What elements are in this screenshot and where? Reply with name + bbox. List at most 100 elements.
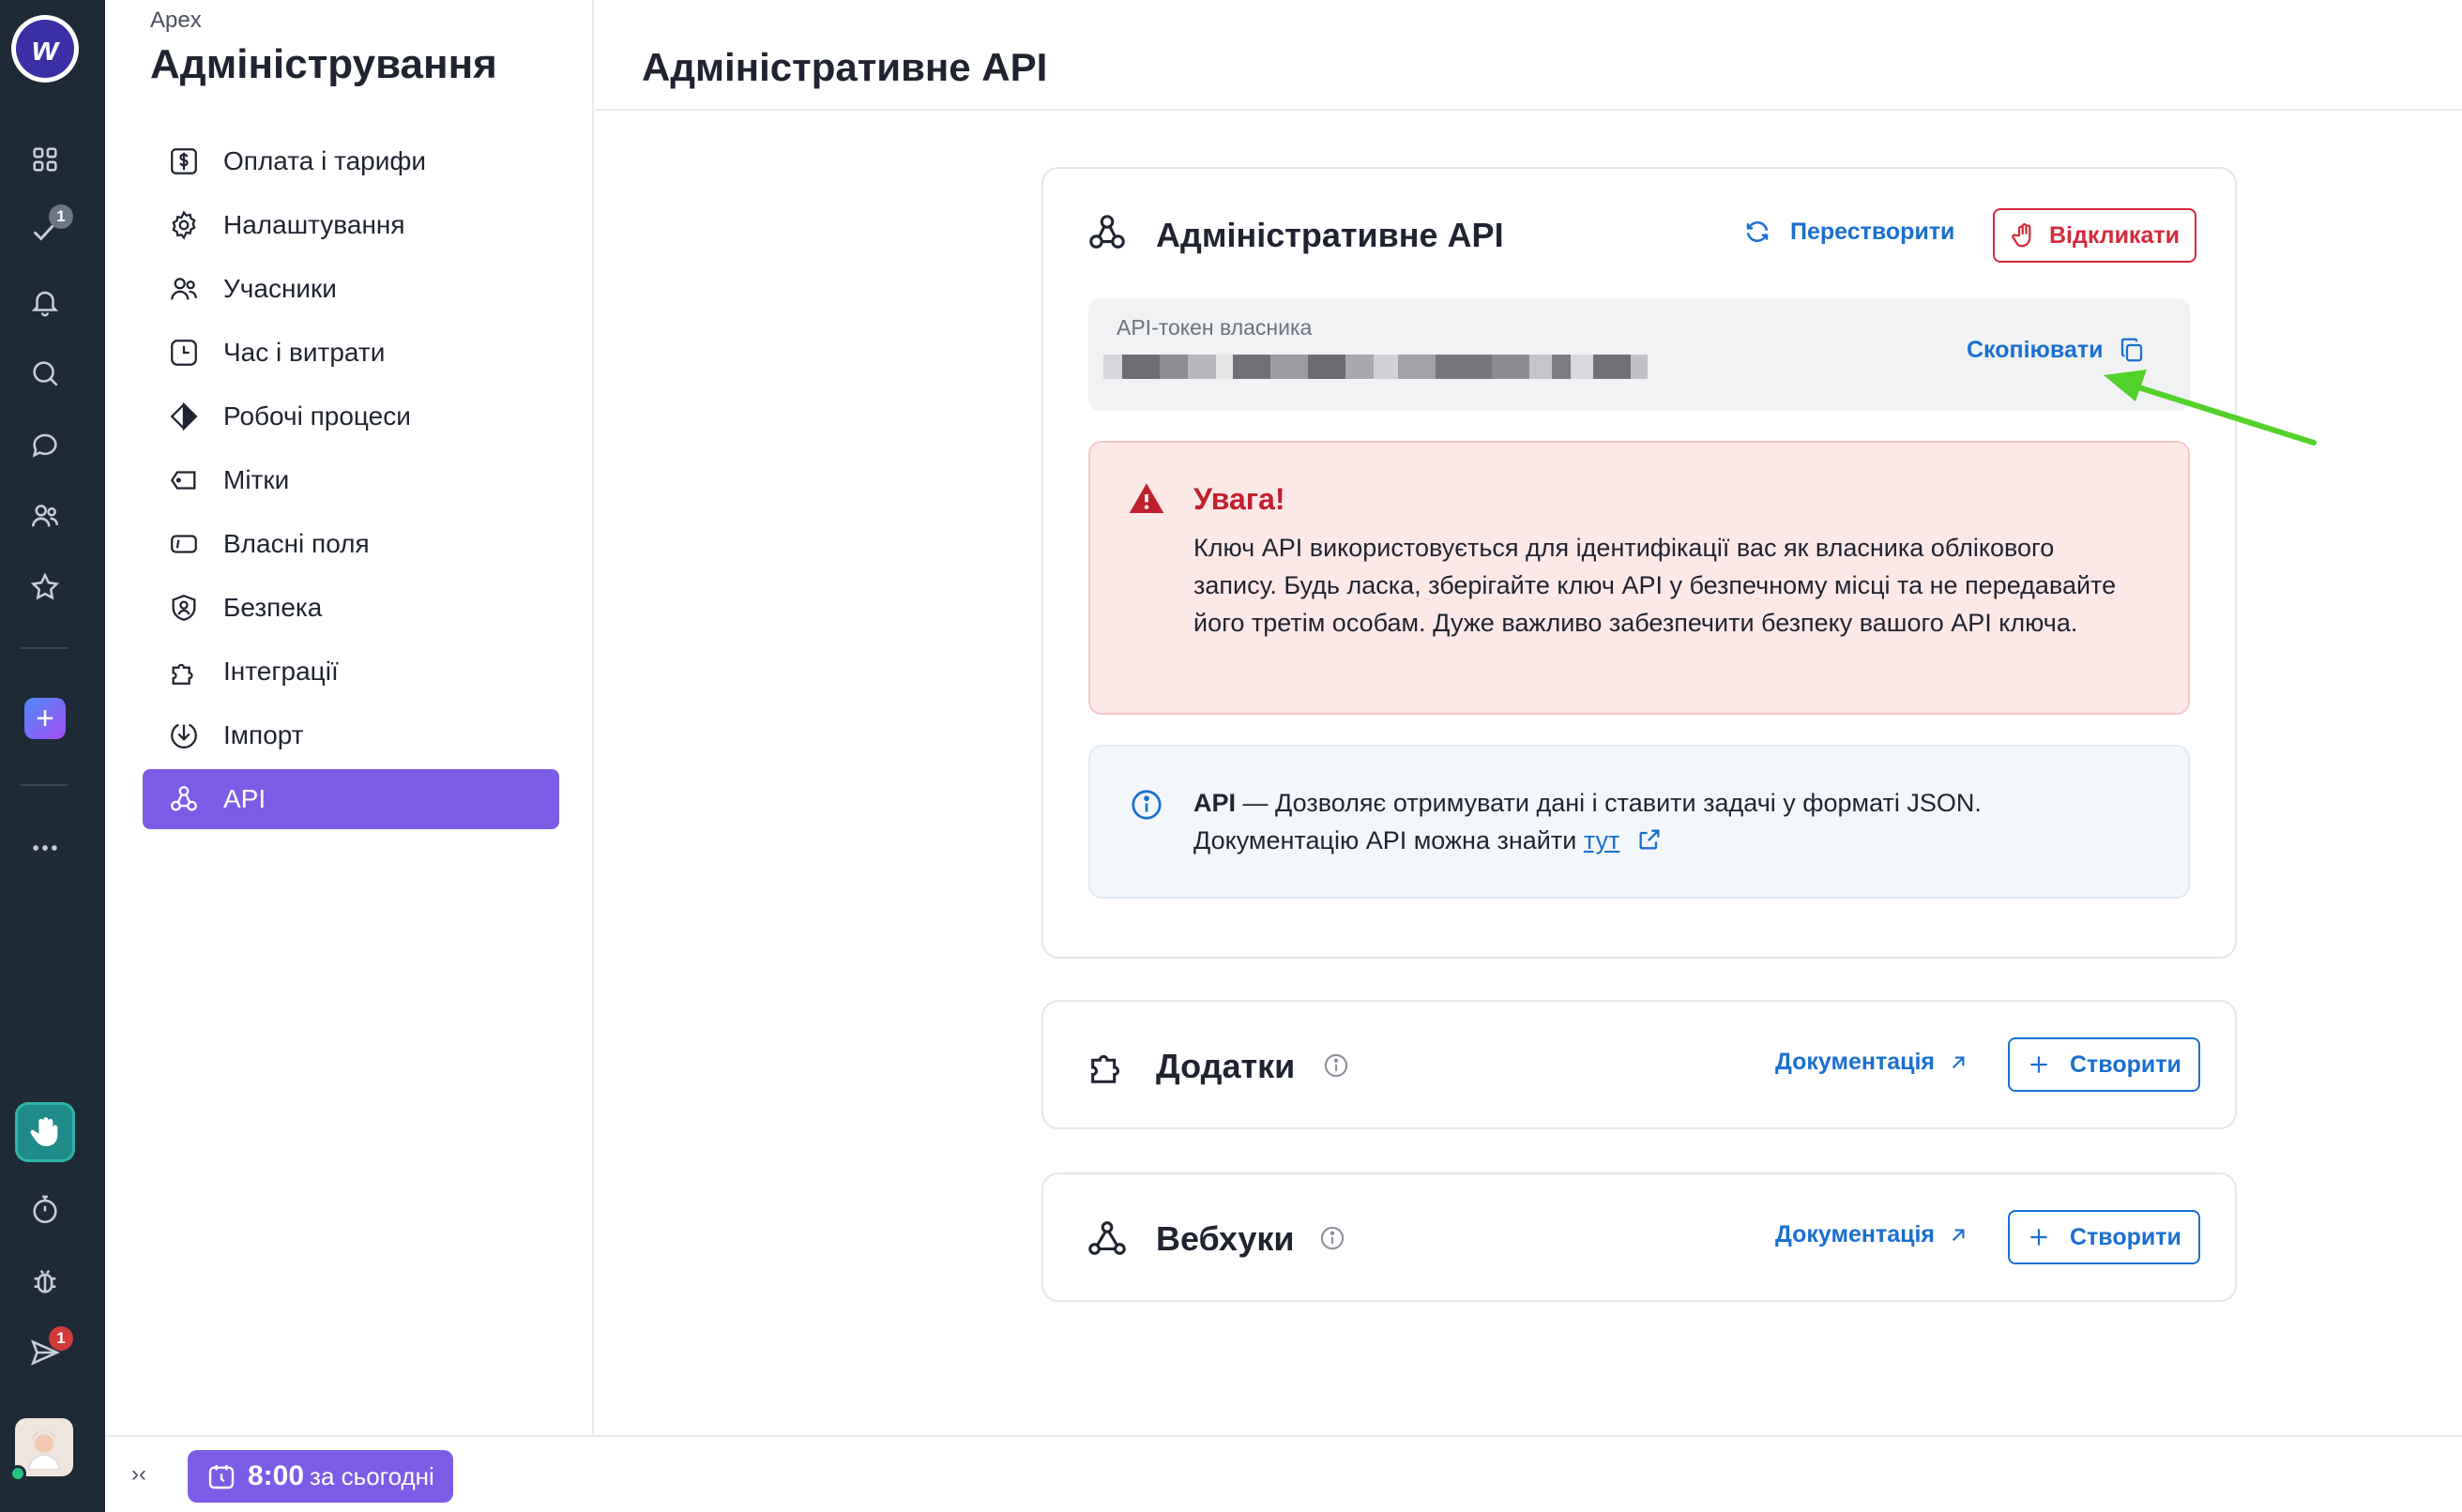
revoke-label: Відкликати — [2049, 221, 2180, 249]
docs-label: Документація — [1775, 1221, 1936, 1247]
external-link-icon[interactable] — [1636, 826, 1663, 853]
api-info-line2: Документацію API можна знайти — [1193, 826, 1584, 854]
sidebar-item-security[interactable]: Безпека — [143, 578, 559, 638]
page-header: Адміністративне API — [595, 0, 2462, 111]
sidebar-item-members[interactable]: Учасники — [143, 259, 559, 319]
info-icon[interactable] — [1319, 1225, 1345, 1251]
webhooks-create-button[interactable]: Створити — [2008, 1210, 2200, 1264]
create-label: Створити — [2070, 1223, 2181, 1250]
create-new-button[interactable]: + — [24, 698, 66, 739]
sidebar-item-integrations[interactable]: Інтеграції — [143, 642, 559, 702]
info-icon[interactable] — [1323, 1052, 1349, 1079]
revoke-button[interactable]: Відкликати — [1993, 208, 2196, 263]
sidebar-item-label: Мітки — [223, 465, 290, 494]
refresh-icon — [1746, 221, 1769, 242]
admin-sidebar: Apex Адміністрування Оплата і тарифи Нал… — [105, 0, 594, 1435]
sidebar-item-settings[interactable]: Налаштування — [143, 195, 559, 255]
apps-grid-icon[interactable] — [26, 141, 64, 178]
puzzle-icon — [1085, 1043, 1130, 1088]
sidebar-item-label: Учасники — [223, 274, 337, 303]
sidebar-item-label: Власні поля — [223, 529, 370, 558]
token-label: API-токен власника — [1117, 315, 1313, 340]
create-label: Створити — [2070, 1051, 2181, 1078]
import-icon — [167, 718, 201, 752]
sidebar-item-label: Робочі процеси — [223, 401, 411, 431]
addons-docs-link[interactable]: Документація — [1775, 1049, 1970, 1076]
api-info-text: API — Дозволяє отримувати дані і ставити… — [1193, 784, 2169, 859]
bottom-bar: ›‹ 8:00 за сьогодні — [105, 1435, 2462, 1512]
owner-token-field: API-токен власника Скопіювати — [1088, 298, 2190, 411]
send-badge: 1 — [49, 1326, 73, 1351]
app-logo[interactable]: w — [11, 15, 79, 83]
bell-icon[interactable] — [26, 283, 64, 321]
sidebar-item-import[interactable]: Імпорт — [143, 705, 559, 765]
chat-icon[interactable] — [26, 426, 64, 463]
clock-icon — [167, 336, 201, 370]
webhooks-docs-link[interactable]: Документація — [1775, 1221, 1970, 1248]
regenerate-label: Перестворити — [1790, 218, 1955, 245]
plus-icon — [2030, 1229, 2047, 1246]
admin-menu: Оплата і тарифи Налаштування Учасники Ча… — [143, 131, 559, 833]
webhooks-card: Вебхуки Документація Створити — [1041, 1172, 2237, 1302]
sidebar-item-label: Оплата і тарифи — [223, 146, 427, 175]
sidebar-item-tags[interactable]: Мітки — [143, 450, 559, 510]
api-icon — [1085, 210, 1130, 255]
gear-icon — [167, 208, 201, 242]
arrow-up-right-icon — [1952, 1056, 1965, 1068]
people-icon[interactable] — [26, 497, 64, 535]
api-docs-link[interactable]: тут — [1584, 826, 1620, 854]
more-dots-icon[interactable] — [26, 829, 64, 867]
send-icon[interactable]: 1 — [26, 1326, 73, 1371]
rail-divider — [21, 647, 68, 649]
sidebar-item-label: API — [223, 784, 266, 813]
sidebar-item-label: Імпорт — [223, 720, 304, 749]
sidebar-item-time[interactable]: Час і витрати — [143, 323, 559, 383]
time-tracker-button[interactable]: 8:00 за сьогодні — [188, 1450, 453, 1503]
warning-text: Ключ API використовується для ідентифіка… — [1193, 534, 2117, 637]
tasks-check-icon[interactable]: 1 — [26, 204, 73, 249]
timer-value: 8:00 — [248, 1460, 305, 1491]
sidebar-item-label: Налаштування — [223, 210, 405, 239]
token-value-masked — [1103, 355, 1648, 379]
regenerate-button[interactable]: Перестворити — [1743, 218, 1954, 246]
warning-alert: Увага! Ключ API використовується для іде… — [1088, 441, 2190, 715]
users-icon — [167, 272, 201, 306]
webhook-icon — [1085, 1216, 1130, 1261]
sidebar-item-custom-fields[interactable]: Власні поля — [143, 514, 559, 574]
addons-create-button[interactable]: Створити — [2008, 1037, 2200, 1092]
sidebar-item-label: Безпека — [223, 593, 323, 622]
sidebar-item-api[interactable]: API — [143, 769, 559, 829]
api-card-title: Адміністративне API — [1156, 216, 1504, 254]
warning-title: Увага! — [1193, 482, 1285, 516]
annotation-arrow-icon — [2104, 370, 2317, 446]
sidebar-item-workflows[interactable]: Робочі процеси — [143, 386, 559, 446]
puzzle-icon — [167, 655, 201, 688]
calendar-clock-icon — [208, 1465, 235, 1489]
stopwatch-icon[interactable] — [26, 1191, 64, 1229]
webhooks-title: Вебхуки — [1156, 1219, 1295, 1258]
dollar-icon — [167, 144, 201, 178]
hand-stop-icon — [2012, 223, 2031, 248]
collapse-sidebar-icon[interactable]: ›‹ — [131, 1461, 146, 1488]
timer-suffix: за сьогодні — [310, 1461, 434, 1490]
sidebar-item-billing[interactable]: Оплата і тарифи — [143, 131, 559, 191]
admin-title: Адміністрування — [150, 41, 497, 87]
rail-divider — [21, 784, 68, 786]
workflow-icon — [167, 400, 201, 433]
page-title: Адміністративне API — [642, 45, 1048, 89]
api-info-alert: API — Дозволяє отримувати дані і ставити… — [1088, 745, 2190, 899]
tasks-badge: 1 — [49, 204, 73, 229]
arrow-up-right-icon — [1952, 1229, 1965, 1241]
sidebar-item-label: Час і витрати — [223, 338, 386, 367]
copy-label: Скопіювати — [1967, 336, 2104, 363]
api-icon — [167, 782, 201, 816]
bug-icon[interactable] — [26, 1263, 64, 1300]
app-rail: w 1 + 1 — [0, 0, 105, 1512]
info-icon — [1132, 790, 1162, 820]
hand-wave-button[interactable] — [15, 1102, 75, 1162]
star-icon[interactable] — [26, 568, 64, 606]
addons-card: Додатки Документація Створити — [1041, 1000, 2237, 1129]
search-icon[interactable] — [26, 355, 64, 392]
online-status-dot — [9, 1465, 26, 1482]
tag-icon — [167, 463, 201, 497]
